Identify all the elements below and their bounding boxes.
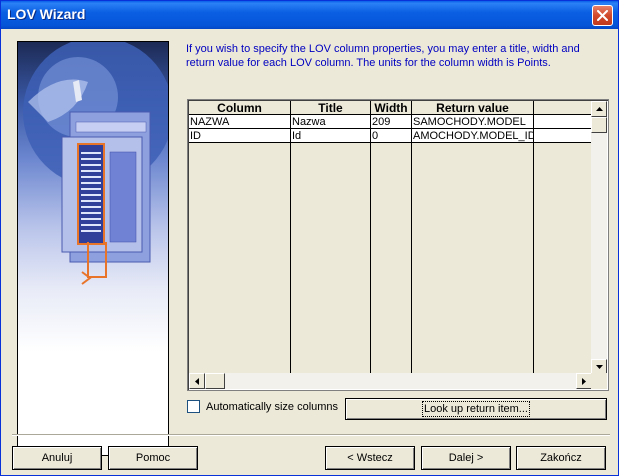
cell-empty: [534, 115, 592, 129]
cell-column[interactable]: ID: [189, 129, 291, 143]
cell-title[interactable]: Id: [291, 129, 371, 143]
column-header-width[interactable]: Width: [371, 101, 412, 115]
scroll-right-button[interactable]: [576, 373, 592, 389]
lov-wizard-window: LOV Wizard If you wish to specify the LO…: [0, 0, 619, 476]
grid-content: Column Title Width Return value NAZWA Na…: [189, 101, 592, 375]
close-button[interactable]: [592, 5, 613, 26]
cell-column[interactable]: NAZWA: [189, 115, 291, 129]
dialog-body: If you wish to specify the LOV column pr…: [4, 29, 616, 474]
look-up-return-item-label: Look up return item...: [422, 401, 530, 417]
help-button[interactable]: Pomoc: [108, 446, 198, 470]
auto-size-label[interactable]: Automatically size columns: [206, 401, 338, 413]
title-bar[interactable]: LOV Wizard: [1, 1, 618, 29]
look-up-return-item-button[interactable]: Look up return item...: [345, 398, 607, 420]
cell-title[interactable]: Nazwa: [291, 115, 371, 129]
auto-size-option[interactable]: Automatically size columns: [187, 400, 338, 413]
arrow-up-icon: [595, 107, 603, 111]
arrow-left-icon: [195, 377, 199, 385]
next-button[interactable]: Dalej >: [421, 446, 511, 470]
column-divider: [290, 115, 291, 375]
cancel-button[interactable]: Anuluj: [12, 446, 102, 470]
lov-columns-grid[interactable]: Column Title Width Return value NAZWA Na…: [187, 99, 609, 391]
scroll-left-button[interactable]: [189, 373, 205, 389]
scrollbar-corner: [591, 373, 607, 389]
footer-separator: [12, 434, 610, 436]
wizard-illustration: [17, 41, 169, 456]
column-divider: [370, 115, 371, 375]
vertical-scroll-thumb[interactable]: [591, 117, 607, 133]
column-header-return-value[interactable]: Return value: [412, 101, 534, 115]
column-divider: [533, 115, 534, 375]
cell-width[interactable]: 209: [371, 115, 412, 129]
arrow-right-icon: [582, 377, 586, 385]
arrow-down-icon: [595, 365, 603, 369]
auto-size-checkbox[interactable]: [187, 400, 200, 413]
close-icon: [597, 10, 608, 21]
instructions-text: If you wish to specify the LOV column pr…: [186, 43, 580, 69]
horizontal-scrollbar[interactable]: [189, 373, 592, 389]
cell-return-value[interactable]: AMOCHODY.MODEL_ID: [412, 129, 534, 143]
horizontal-scroll-thumb[interactable]: [205, 373, 225, 389]
cell-width[interactable]: 0: [371, 129, 412, 143]
column-header-title[interactable]: Title: [291, 101, 371, 115]
scroll-up-button[interactable]: [591, 101, 607, 117]
cell-return-value[interactable]: SAMOCHODY.MODEL: [412, 115, 534, 129]
cell-empty: [534, 129, 592, 143]
column-header-column[interactable]: Column: [189, 101, 291, 115]
column-divider: [411, 115, 412, 375]
column-header-empty: [534, 101, 592, 115]
window-title: LOV Wizard: [7, 6, 86, 22]
back-button[interactable]: < Wstecz: [325, 446, 415, 470]
globe-document-illustration: [23, 42, 168, 285]
finish-button[interactable]: Zakończ: [516, 446, 606, 470]
vertical-scrollbar[interactable]: [591, 101, 607, 375]
